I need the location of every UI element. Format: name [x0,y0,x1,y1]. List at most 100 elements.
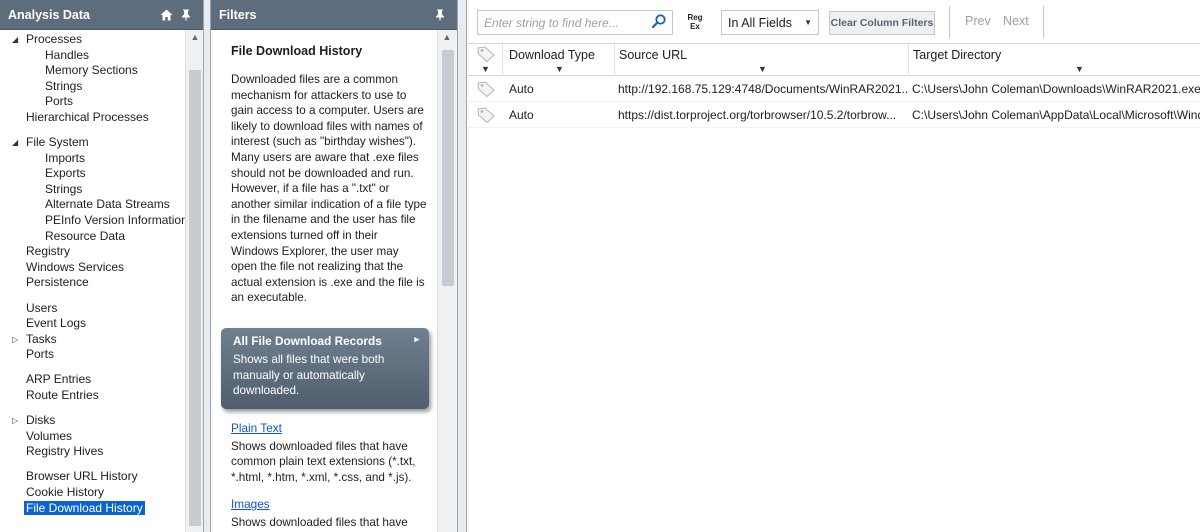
plain-text-filter-description: Shows downloaded files that have common … [231,439,416,484]
analysis-data-header: Analysis Data [0,0,203,30]
tree-item[interactable]: Imports [0,151,186,167]
results-panel: Reg Ex In All Fields ▼ Clear Column Filt… [466,0,1200,532]
tree-item[interactable]: Exports [0,166,186,182]
tree-item[interactable]: Volumes [0,429,186,445]
tree-item[interactable]: Users [0,301,186,317]
tree-item[interactable]: Alternate Data Streams [0,197,186,213]
tree-item-label: ARP Entries [26,372,92,387]
search-input[interactable] [484,15,652,30]
scroll-up-icon[interactable]: ▲ [186,32,204,42]
regex-bottom-label: Ex [690,22,700,31]
tree-item[interactable]: ◢ Processes [0,32,186,48]
tree-item[interactable]: Cookie History [0,485,186,501]
tree-item[interactable]: Registry [0,244,186,260]
tree-item-label: Users [26,300,58,315]
table-row[interactable]: Auto http://192.168.75.129:4748/Document… [467,76,1200,102]
chevron-right-icon: ▸ [414,333,419,344]
filter-icon[interactable]: ▼ [758,64,767,74]
tree-item[interactable]: Event Logs [0,316,186,332]
panel-title: Analysis Data [8,7,90,22]
collapsed-arrow-icon[interactable]: ▷ [12,413,18,429]
expanded-arrow-icon[interactable]: ◢ [12,32,18,48]
tree-item[interactable]: Route Entries [0,388,186,404]
tree-item-label: Tasks [26,331,57,346]
tree-item[interactable]: Browser URL History [0,469,186,485]
filters-description: Downloaded files are a common mechanism … [231,73,427,305]
field-select-value: In All Fields [728,15,792,30]
cell-source-url: http://192.168.75.129:4748/Documents/Win… [618,82,908,96]
home-icon[interactable] [157,6,175,24]
search-toolbar: Reg Ex In All Fields ▼ Clear Column Filt… [467,0,1200,44]
pin-icon[interactable] [177,6,195,24]
tag-icon [477,81,495,98]
tree-item-label: Volumes [26,428,73,443]
filter-icon[interactable]: ▼ [1075,64,1084,74]
tree-item[interactable]: Registry Hives [0,444,186,460]
tree-item[interactable]: Ports [0,347,186,363]
filters-heading: File Download History [231,44,363,58]
collapsed-arrow-icon[interactable]: ▷ [12,332,18,348]
column-label: Target Directory [913,48,1002,62]
tree-item-label: Persistence [26,275,89,290]
filter-icon[interactable]: ▼ [555,64,564,74]
column-header-target-directory[interactable]: Target Directory ▼ [909,44,1200,76]
prev-button[interactable]: Prev [965,14,991,28]
scroll-thumb[interactable] [442,50,454,286]
scroll-thumb[interactable] [189,70,201,526]
filters-panel: Filters File Download History Downloaded… [210,0,458,532]
card-title: All File Download Records [233,333,382,348]
tree-item-label: Imports [45,150,86,165]
field-select[interactable]: In All Fields ▼ [721,10,819,35]
tree-item[interactable]: Resource Data [0,229,186,245]
scroll-up-icon[interactable]: ▲ [438,32,456,42]
table-row[interactable]: Auto https://dist.torproject.org/torbrow… [467,102,1200,128]
pin-icon[interactable] [431,6,449,24]
tree-item[interactable]: PEInfo Version Information [0,213,186,229]
tree-item[interactable]: Ports [0,94,186,110]
column-label: Download Type [509,48,595,62]
tag-column-header[interactable]: ▼ [467,44,503,76]
filters-scrollbar[interactable]: ▲ [437,30,457,532]
tag-icon [477,107,495,124]
tree-item[interactable]: Persistence [0,275,186,291]
tree-item[interactable]: Hierarchical Processes [0,110,186,126]
tree-item[interactable]: ARP Entries [0,372,186,388]
search-icon[interactable] [651,14,666,31]
tree-item[interactable]: File Download History [0,500,186,517]
tree-item-label: Registry Hives [26,444,104,459]
search-box[interactable] [477,10,673,35]
tree-item[interactable]: Windows Services [0,260,186,276]
clear-column-filters-button[interactable]: Clear Column Filters [829,11,935,35]
tag-icon [477,46,495,63]
expanded-arrow-icon[interactable]: ◢ [12,135,18,151]
filter-icon[interactable]: ▼ [481,64,490,74]
tree-item[interactable]: ▷ Tasks [0,332,186,348]
all-records-filter-card[interactable]: All File Download Records ▸ Shows all fi… [221,327,429,409]
tree-item[interactable]: Handles [0,48,186,64]
tree-item-label: Browser URL History [26,469,138,484]
regex-top-label: Reg [687,13,703,22]
toolbar-divider [1043,6,1044,38]
tree-item-label: Memory Sections [45,63,138,78]
next-button[interactable]: Next [1003,14,1029,28]
tree-item[interactable]: Memory Sections [0,63,186,79]
regex-toggle[interactable]: Reg Ex [685,13,705,31]
images-filter-link[interactable]: Images [231,497,427,511]
tree-item[interactable]: ▷ Disks [0,413,186,429]
tree-scrollbar[interactable]: ▲ [185,30,203,532]
images-filter-description: Shows downloaded files that have [231,516,408,530]
plain-text-filter-link[interactable]: Plain Text [231,421,427,435]
tree-item-label: Windows Services [26,259,125,274]
filters-content: File Download History Downloaded files a… [211,30,439,532]
tree-item[interactable]: Strings [0,182,186,198]
column-header-source-url[interactable]: Source URL ▼ [615,44,909,76]
cell-target-directory: C:\Users\John Coleman\AppData\Local\Micr… [912,108,1200,122]
tree-item[interactable]: ◢ File System [0,135,186,151]
grid-header: ▼ Download Type ▼ Source URL ▼ Target Di… [467,44,1200,76]
column-header-download-type[interactable]: Download Type ▼ [503,44,615,76]
tree-item[interactable]: Strings [0,79,186,95]
analysis-data-panel: Analysis Data ◢ Processes Handles Memory Se… [0,0,204,532]
tree-item-label: File System [26,135,89,150]
